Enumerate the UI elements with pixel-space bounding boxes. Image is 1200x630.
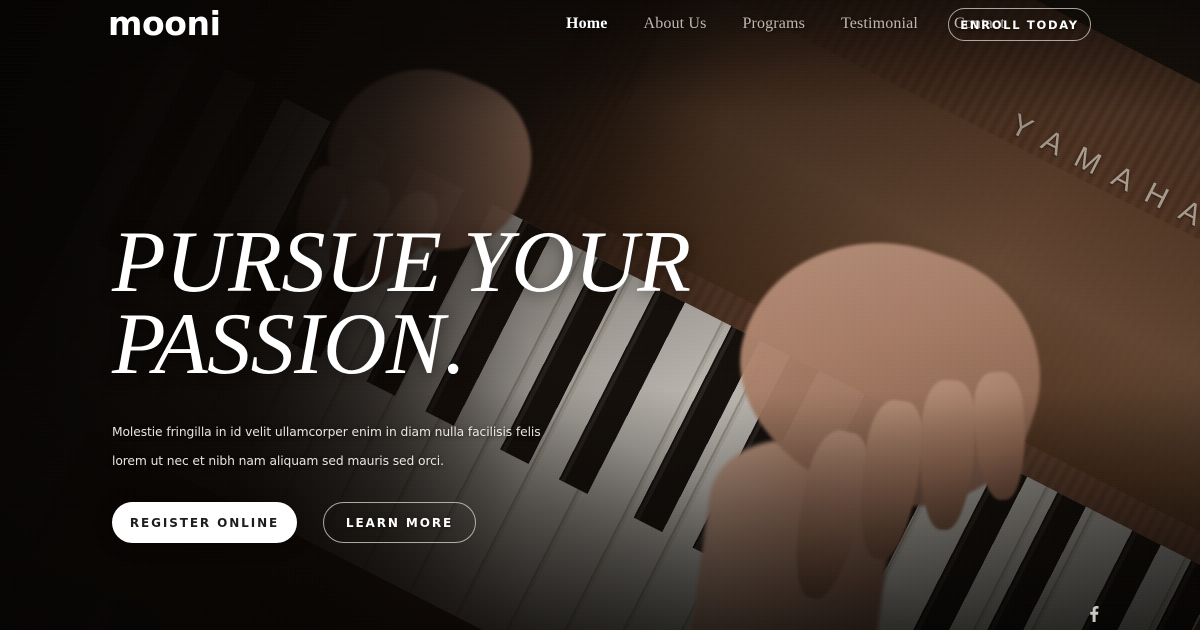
brand-logo[interactable]: mooni [108,7,221,40]
facebook-glyph [1090,606,1099,622]
hero-content: PURSUE YOUR PASSION. Molestie fringilla … [112,214,772,543]
enroll-today-button[interactable]: ENROLL TODAY [948,8,1091,41]
site-header: mooni Home About Us Programs Testimonial… [0,0,1200,48]
register-online-button[interactable]: REGISTER ONLINE [112,502,297,543]
hero-headline: PURSUE YOUR PASSION. [112,214,691,393]
nav-item-about-us[interactable]: About Us [625,14,724,34]
hero-section: YAMAHA mooni Home About Us Programs Test… [0,0,1200,630]
nav-item-home[interactable]: Home [548,14,625,34]
learn-more-button[interactable]: LEARN MORE [323,502,476,543]
hero-cta-row: REGISTER ONLINE LEARN MORE [112,502,772,543]
facebook-icon[interactable] [1086,605,1102,623]
hero-subtext: Molestie fringilla in id velit ullamcorp… [112,425,541,468]
nav-item-testimonial[interactable]: Testimonial [823,14,936,34]
nav-item-programs[interactable]: Programs [724,14,823,34]
